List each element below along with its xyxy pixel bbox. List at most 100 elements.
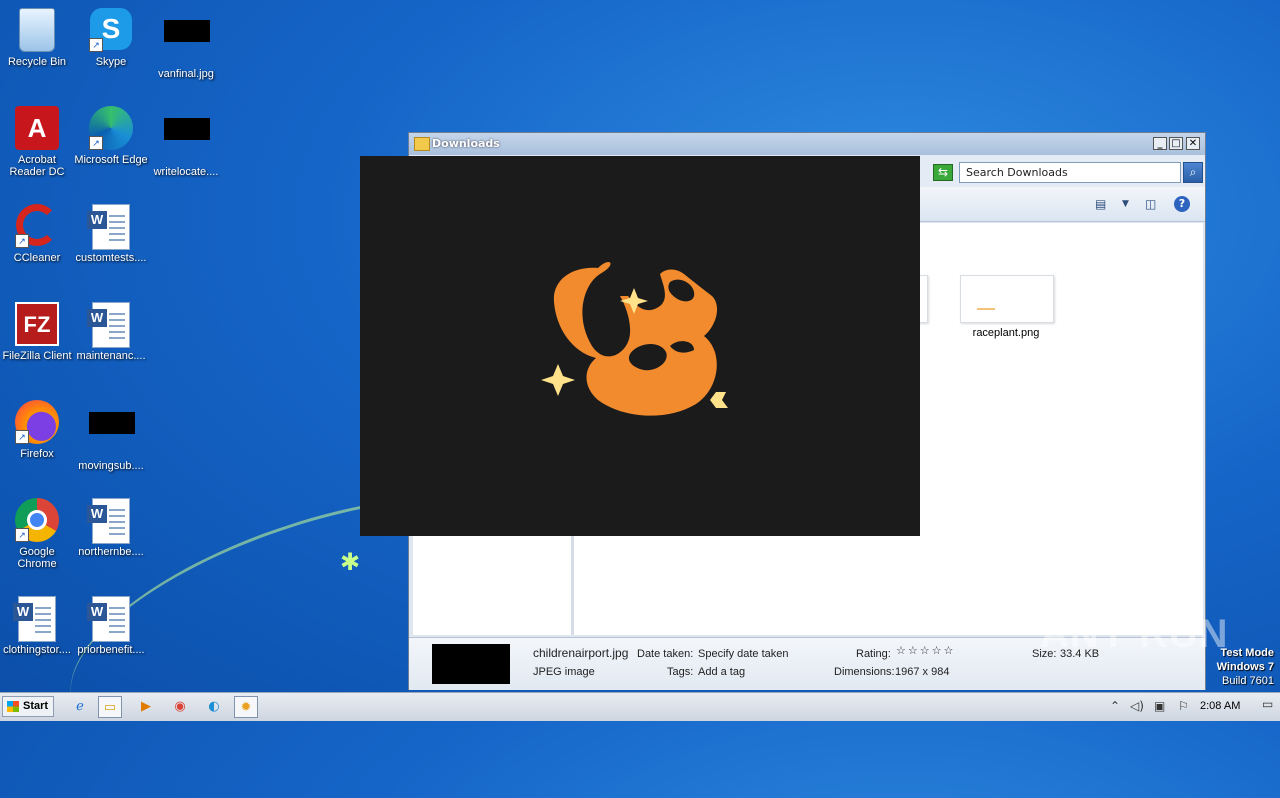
details-filename: childrenairport.jpg [533,646,629,660]
close-button[interactable]: ✕ [1186,137,1200,150]
search-input[interactable]: Search Downloads [959,162,1181,183]
desktop-icon-firefox[interactable]: ↗ Firefox [0,400,74,460]
volume-icon[interactable]: ◁) [1130,699,1144,713]
desktop-icon-label: Acrobat Reader DC [9,154,65,178]
word-doc-icon: W [87,596,130,642]
shortcut-arrow-icon: ↗ [15,430,29,444]
show-desktop-icon[interactable]: ▭ [1262,697,1273,711]
sparkle-icon [710,392,728,408]
desktop-icon-label: CCleaner [13,252,61,264]
maximize-button[interactable]: □ [1169,137,1183,150]
orange-creature-logo [541,261,728,416]
image-file-icon [164,118,210,140]
details-filetype: JPEG image [533,666,595,678]
folder-icon [414,137,430,151]
taskbar-ie-icon[interactable]: ℯ [68,696,92,718]
date-taken-label: Date taken: [637,648,694,660]
word-doc-icon: W [87,302,130,348]
taskbar: Start ℯ ▭ ▶ ◉ ◐ ✹ ⌃ ◁) ▣ ⚐ 2:08 AM ▭ [0,692,1280,721]
desktop-icon-writelocate[interactable]: writelocate.... [149,106,223,178]
image-file-icon [164,20,210,42]
shortcut-arrow-icon: ↗ [89,38,103,52]
details-thumbnail [432,644,510,684]
desktop-icon-label: writelocate.... [153,166,219,178]
desktop-icon-filezilla[interactable]: FZ FileZilla Client [0,302,74,362]
windows-logo-icon [7,701,19,712]
desktop-icon-movingsub[interactable]: movingsub.... [74,400,148,472]
desktop-icon-label: Firefox [20,448,54,460]
wallpaper-star-icon: ✱ [340,548,361,576]
image-preview [360,156,920,536]
preview-pane-icon[interactable]: ◫ [1145,197,1156,211]
desktop-icon-label: Google Chrome [17,546,57,570]
desktop-icon-priorbenefit[interactable]: W priorbenefit.... [74,596,148,656]
minimize-button[interactable]: _ [1153,137,1167,150]
build-label: Build 7601 [1222,675,1274,687]
desktop-icon-label: movingsub.... [78,460,144,472]
search-icon[interactable]: ⌕ [1183,162,1203,183]
file-thumbnail-raceplant[interactable] [960,275,1054,323]
desktop-icon-customtests[interactable]: W customtests.... [74,204,148,264]
desktop-icon-label: northernbe.... [78,546,144,558]
word-doc-icon: W [13,596,56,642]
image-file-icon [89,412,135,434]
dimensions-value: 1967 x 984 [895,666,950,678]
views-icon[interactable]: ▤ [1095,197,1106,211]
taskbar-explorer-icon[interactable]: ▭ [98,696,122,718]
action-center-flag-icon[interactable]: ⚐ [1178,699,1189,713]
date-taken-value[interactable]: Specify date taken [698,648,789,660]
desktop-icon-skype[interactable]: S ↗ Skype [74,8,148,68]
desktop-icon-label: vanfinal.jpg [158,68,214,80]
desktop-icon-label: customtests.... [75,252,147,264]
desktop-icon-clothingstor[interactable]: W clothingstor.... [0,596,74,656]
desktop-icon-label: Microsoft Edge [74,154,148,166]
test-mode-notice: Test Mode Windows 7 Build 7601 [1217,646,1274,688]
shortcut-arrow-icon: ↗ [89,136,103,150]
desktop-icon-maintenance[interactable]: W maintenanc.... [74,302,148,362]
test-mode-label: Test Mode [1220,647,1274,659]
show-hidden-icons-chevron-icon[interactable]: ⌃ [1110,699,1120,713]
desktop-icon-vanfinal[interactable]: vanfinal.jpg [149,8,223,80]
taskbar-edge-icon[interactable]: ◐ [202,696,226,718]
window-title: Downloads [432,137,500,150]
tags-label: Tags: [667,666,694,678]
desktop-icon-northernbe[interactable]: W northernbe.... [74,498,148,558]
word-doc-icon: W [87,498,130,544]
start-button[interactable]: Start [2,696,54,717]
views-dropdown-chevron-icon[interactable]: ▼ [1122,199,1129,209]
desktop-icon-label: FileZilla Client [2,350,72,362]
filezilla-icon: FZ [15,302,59,346]
desktop-icon-acrobat[interactable]: A Acrobat Reader DC [0,106,74,178]
desktop-icon-recycle-bin[interactable]: Recycle Bin [0,8,74,68]
anyrun-watermark: ANY RUN [1040,612,1229,656]
desktop-icon-label: clothingstor.... [3,644,71,656]
os-label: Windows 7 [1216,661,1274,673]
dimensions-label: Dimensions: [834,666,895,678]
acrobat-icon: A [15,106,59,150]
shortcut-arrow-icon: ↗ [15,234,29,248]
desktop-icon-label: priorbenefit.... [77,644,145,656]
taskbar-image-viewer-icon[interactable]: ✹ [234,696,258,718]
desktop-icon-chrome[interactable]: ↗ Google Chrome [0,498,74,570]
recycle-bin-icon [19,8,55,52]
window-titlebar[interactable]: Downloads _ □ ✕ [409,133,1205,155]
clock[interactable]: 2:08 AM [1200,700,1240,712]
desktop-icon-edge[interactable]: ↗ Microsoft Edge [74,106,148,166]
tags-value[interactable]: Add a tag [698,666,745,678]
refresh-button[interactable]: ⇆ [933,164,953,181]
start-label: Start [23,700,49,712]
shortcut-arrow-icon: ↗ [15,528,29,542]
sparkle-icon [541,364,575,396]
rating-label: Rating: [856,648,891,660]
desktop-icon-label: maintenanc.... [76,350,146,362]
desktop-icon-label: Skype [95,56,127,68]
taskbar-media-player-icon[interactable]: ▶ [134,696,158,718]
network-icon[interactable]: ▣ [1154,699,1165,713]
help-icon[interactable]: ? [1174,196,1190,212]
file-label-raceplant[interactable]: raceplant.png [956,327,1056,339]
desktop-icon-ccleaner[interactable]: ↗ CCleaner [0,204,74,264]
rating-stars[interactable]: ☆☆☆☆☆ [896,644,955,657]
word-doc-icon: W [87,204,130,250]
taskbar-chrome-icon[interactable]: ◉ [168,696,192,718]
desktop-icon-label: Recycle Bin [7,56,67,68]
